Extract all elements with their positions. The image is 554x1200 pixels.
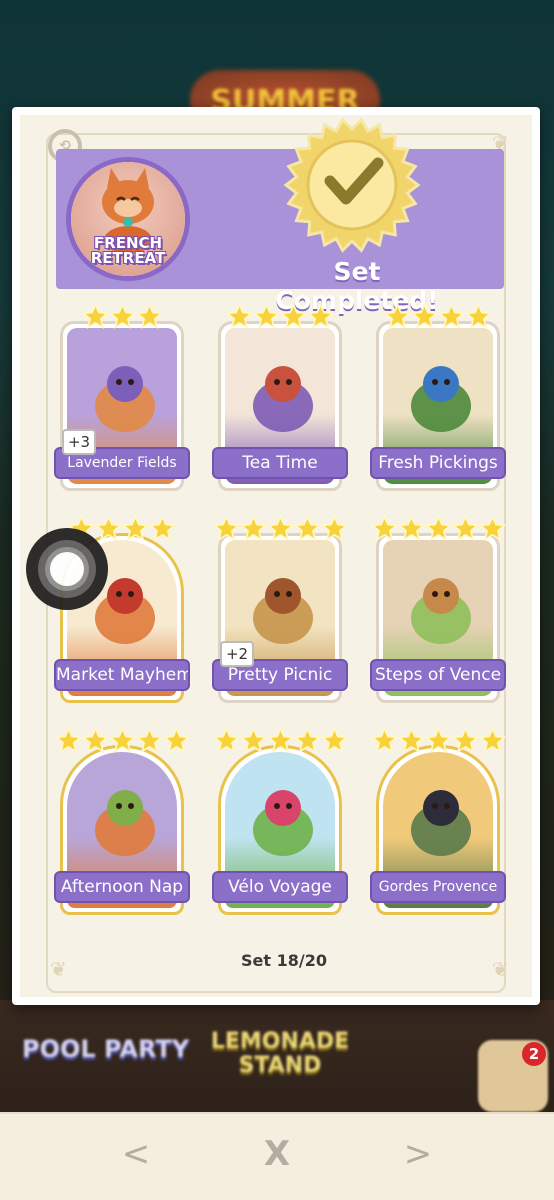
duplicate-count-badge: +2 (220, 641, 254, 667)
pool-party-label: POOL PARTY (22, 1035, 190, 1063)
sticker-name: Afternoon Nap (54, 871, 190, 903)
star-icon (370, 726, 398, 755)
rarity-stars (212, 514, 348, 543)
star-icon (451, 514, 479, 543)
completed-seal-icon (283, 117, 421, 253)
star-icon (320, 514, 348, 543)
sticker-card[interactable]: Vélo Voyage (212, 726, 348, 917)
star-icon (121, 514, 150, 543)
star-icon (162, 726, 190, 755)
star-icon (108, 726, 136, 755)
sticker-name: Gordes Provence (370, 871, 506, 903)
star-icon (424, 514, 452, 543)
star-icon (239, 514, 267, 543)
star-icon (108, 302, 136, 331)
star-icon (148, 514, 177, 543)
star-icon (239, 726, 267, 755)
star-icon (279, 302, 308, 331)
sticker-name: Fresh Pickings (370, 447, 506, 479)
sticker-card[interactable]: Fresh Pickings (370, 302, 506, 493)
set-progress-label: Set 18/20 (241, 951, 327, 970)
star-icon (424, 726, 452, 755)
star-icon (320, 726, 348, 755)
star-icon (293, 514, 321, 543)
sticker-card[interactable]: Lavender Fields +3 (54, 302, 190, 493)
star-icon (397, 726, 425, 755)
sticker-card[interactable]: Gordes Provence (370, 726, 506, 917)
star-icon (54, 726, 82, 755)
star-icon (212, 514, 240, 543)
assistive-touch-button[interactable] (26, 528, 108, 610)
star-icon (266, 726, 294, 755)
star-icon (212, 726, 240, 755)
duplicate-count-badge: +3 (62, 429, 96, 455)
lemonade-stand-label: LEMONADE STAND (210, 1029, 350, 1078)
rarity-stars (56, 302, 188, 331)
star-icon (383, 302, 412, 331)
rarity-stars (370, 514, 506, 543)
sticker-card[interactable]: Tea Time (212, 302, 348, 493)
set-name-label: FRENCH RETREAT (90, 234, 166, 267)
star-icon (478, 514, 506, 543)
star-icon (293, 726, 321, 755)
star-icon (464, 302, 493, 331)
close-button[interactable]: X (247, 1134, 307, 1174)
rarity-stars (212, 726, 348, 755)
rarity-stars (54, 726, 190, 755)
star-icon (252, 302, 281, 331)
bottom-navigation: < X > (0, 1112, 554, 1200)
star-icon (370, 514, 398, 543)
sticker-name: Tea Time (212, 447, 348, 479)
sticker-name: Vélo Voyage (212, 871, 348, 903)
sticker-card[interactable]: Afternoon Nap (54, 726, 190, 917)
star-icon (135, 726, 163, 755)
star-icon (94, 514, 123, 543)
rarity-stars (370, 726, 506, 755)
star-icon (135, 302, 163, 331)
previous-set-button[interactable]: < (106, 1134, 166, 1174)
sticker-card[interactable]: Steps of Vence (370, 514, 506, 705)
sticker-name: Market Mayhem (54, 659, 190, 691)
rarity-stars (214, 302, 346, 331)
star-icon (81, 726, 109, 755)
sticker-grid: Lavender Fields +3 Tea Time Fresh Pickings M… (54, 302, 512, 943)
star-icon (410, 302, 439, 331)
star-icon (81, 302, 109, 331)
next-set-button[interactable]: > (388, 1134, 448, 1174)
star-icon (437, 302, 466, 331)
star-icon (451, 726, 479, 755)
star-icon (306, 302, 335, 331)
star-icon (266, 514, 294, 543)
star-icon (225, 302, 254, 331)
rarity-stars (372, 302, 504, 331)
star-icon (478, 726, 506, 755)
star-icon (397, 514, 425, 543)
set-badge: FRENCH RETREAT (66, 157, 190, 281)
sticker-name: Steps of Vence (370, 659, 506, 691)
sticker-card[interactable]: Pretty Picnic +2 (212, 514, 348, 705)
notification-badge: 2 (522, 1042, 546, 1066)
